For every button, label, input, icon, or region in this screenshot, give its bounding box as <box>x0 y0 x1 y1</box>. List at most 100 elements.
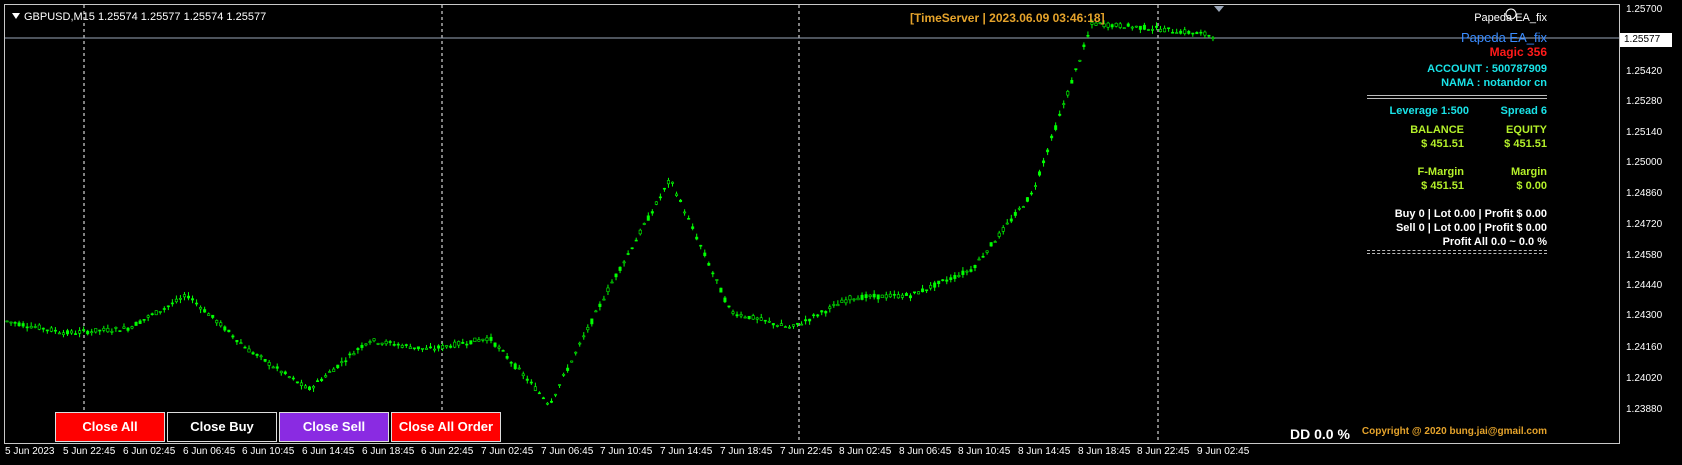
separator-bottom <box>1367 250 1547 251</box>
candle-body <box>45 329 49 332</box>
candle-body <box>380 342 384 345</box>
candle-body <box>775 325 779 327</box>
candle-body <box>211 314 215 318</box>
candle-body <box>691 226 695 229</box>
candle-body <box>670 181 674 184</box>
close-sell-button[interactable]: Close Sell <box>279 412 389 442</box>
candle-body <box>90 331 94 333</box>
candle-body <box>1171 31 1175 34</box>
candle-body <box>743 316 747 319</box>
time-tick-label: 7 Jun 06:45 <box>541 446 594 457</box>
candle-body <box>199 307 203 310</box>
candle-body <box>1042 160 1046 164</box>
candle-body <box>86 330 90 335</box>
candle-body <box>138 320 142 324</box>
candle-body <box>320 378 324 382</box>
candle-body <box>695 236 699 240</box>
candle-body <box>1021 206 1025 208</box>
candle-body <box>783 326 787 328</box>
candle-body <box>989 242 993 247</box>
candle-body <box>78 330 82 334</box>
close-all-order-button[interactable]: Close All Order <box>391 412 501 442</box>
symbol-label[interactable]: GBPUSD,M15 1.25574 1.25577 1.25574 1.255… <box>12 11 266 23</box>
candle-body <box>892 294 896 296</box>
candle-body <box>1167 27 1171 30</box>
candle-body <box>1001 227 1005 232</box>
candle-body <box>666 180 670 185</box>
candle-body <box>683 211 687 214</box>
candle-body <box>554 393 558 396</box>
profit-all: Profit All 0.0 ~ 0.0 % <box>1442 236 1547 248</box>
candle-body <box>400 345 404 348</box>
candle-body <box>376 343 380 345</box>
candle-body <box>134 321 138 326</box>
price-tick-label: 1.25280 <box>1626 96 1663 107</box>
candle-body <box>1159 28 1163 32</box>
candle-body <box>428 346 432 349</box>
dropdown-triangle-icon[interactable] <box>12 13 20 19</box>
candle-body <box>82 329 86 331</box>
candle-body <box>13 322 17 324</box>
close-all-button[interactable]: Close All <box>55 412 165 442</box>
time-tick-label: 8 Jun 18:45 <box>1078 446 1131 457</box>
candle-body <box>191 298 195 301</box>
candle-body <box>993 241 997 243</box>
candle-body <box>384 340 388 345</box>
candle-body <box>634 239 638 242</box>
candle-body <box>719 287 723 293</box>
candle-body <box>25 326 29 329</box>
candle-body <box>622 261 626 264</box>
price-tick-label: 1.25000 <box>1626 157 1663 168</box>
candle-body <box>485 337 489 341</box>
candle-body <box>1086 34 1090 37</box>
candle-body <box>49 327 53 332</box>
candle-body <box>328 371 332 373</box>
price-tick-label: 1.25700 <box>1626 4 1663 15</box>
price-tick-label: 1.24720 <box>1626 219 1663 230</box>
candle-body <box>392 343 396 346</box>
candle-body <box>449 345 453 348</box>
candle-body <box>146 315 150 318</box>
candle-body <box>767 320 771 323</box>
candle-body <box>840 299 844 303</box>
candle-body <box>896 294 900 299</box>
candle-body <box>812 314 816 317</box>
candle-body <box>836 304 840 307</box>
time-tick-label: 9 Jun 02:45 <box>1197 446 1250 457</box>
time-tick-label: 5 Jun 2023 <box>5 446 55 457</box>
candle-body <box>316 380 320 382</box>
candle-body <box>929 285 933 289</box>
time-tick-label: 7 Jun 18:45 <box>720 446 773 457</box>
time-tick-label: 6 Jun 14:45 <box>302 446 355 457</box>
symbol-text: GBPUSD,M15 1.25574 1.25577 1.25574 1.255… <box>24 11 267 23</box>
candle-body <box>917 291 921 295</box>
time-tick-label: 8 Jun 22:45 <box>1137 446 1190 457</box>
candle-body <box>606 287 610 293</box>
time-tick-label: 7 Jun 22:45 <box>780 446 833 457</box>
candle-body <box>287 376 291 378</box>
candle-body <box>537 392 541 395</box>
candle-body <box>654 201 658 205</box>
candle-body <box>566 367 570 371</box>
close-buy-button[interactable]: Close Buy <box>167 412 277 442</box>
candle-body <box>239 342 243 345</box>
candle-body <box>1191 32 1195 35</box>
candle-body <box>227 329 231 333</box>
candle-body <box>517 367 521 370</box>
candle-body <box>388 341 392 343</box>
chart-shift-icon[interactable] <box>1214 6 1224 12</box>
candle-body <box>1155 25 1159 28</box>
candle-body <box>1009 218 1013 222</box>
candle-body <box>251 352 255 355</box>
candle-body <box>1187 31 1191 34</box>
candle-body <box>130 326 134 329</box>
time-tick-label: 7 Jun 14:45 <box>660 446 713 457</box>
candle-body <box>360 344 364 348</box>
candle-body <box>856 297 860 301</box>
candle-body <box>223 326 227 331</box>
candle-body <box>1062 103 1066 105</box>
candle-body <box>965 270 969 273</box>
time-tick-label: 7 Jun 02:45 <box>481 446 534 457</box>
candle-body <box>872 293 876 298</box>
buy-summary: Buy 0 | Lot 0.00 | Profit $ 0.00 <box>1394 208 1547 220</box>
